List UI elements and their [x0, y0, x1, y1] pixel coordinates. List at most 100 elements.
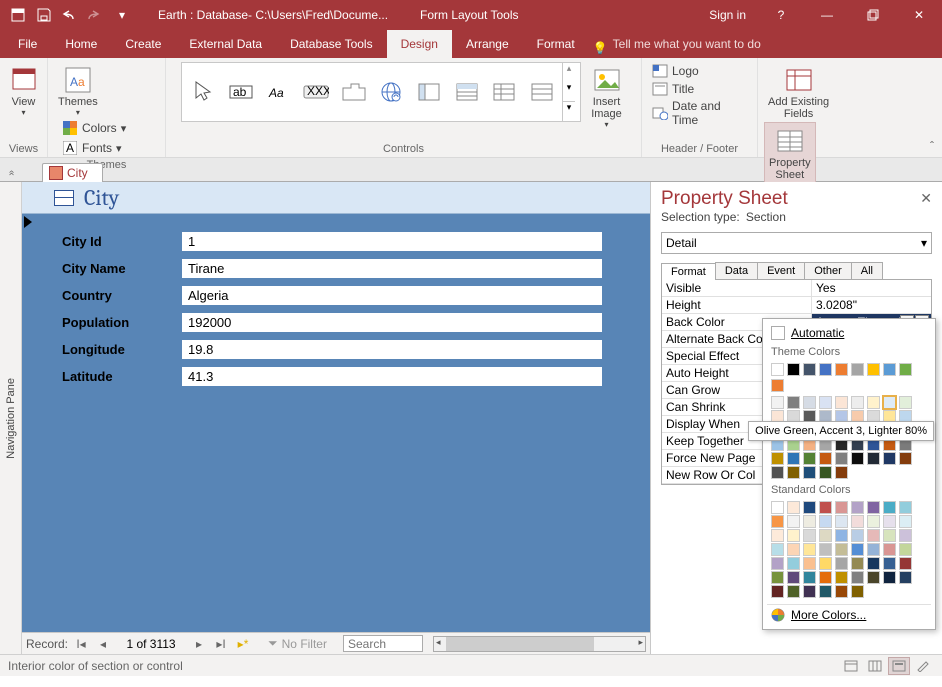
- save-icon[interactable]: [32, 3, 56, 27]
- nav-next-icon[interactable]: ▸: [190, 635, 208, 653]
- nav-last-icon[interactable]: ▸I: [212, 635, 230, 653]
- color-swatch[interactable]: [803, 396, 816, 409]
- color-swatch[interactable]: [899, 557, 912, 570]
- color-swatch[interactable]: [899, 571, 912, 584]
- color-swatch[interactable]: [787, 466, 800, 479]
- horizontal-scrollbar[interactable]: ◂ ▸: [433, 636, 646, 652]
- color-swatch[interactable]: [851, 452, 864, 465]
- prop-tab-other[interactable]: Other: [804, 262, 852, 279]
- color-swatch[interactable]: [787, 585, 800, 598]
- prop-tab-event[interactable]: Event: [757, 262, 805, 279]
- color-swatch[interactable]: [835, 571, 848, 584]
- layout-view-icon[interactable]: [888, 657, 910, 675]
- property-sheet-button[interactable]: Property Sheet: [764, 122, 816, 184]
- color-swatch[interactable]: [819, 571, 832, 584]
- color-swatch[interactable]: [867, 557, 880, 570]
- control-select-icon[interactable]: [186, 74, 222, 110]
- color-swatch[interactable]: [835, 585, 848, 598]
- color-swatch[interactable]: [899, 396, 912, 409]
- color-swatch[interactable]: [835, 515, 848, 528]
- color-swatch[interactable]: [787, 396, 800, 409]
- color-swatch[interactable]: [867, 396, 880, 409]
- color-swatch[interactable]: [899, 543, 912, 556]
- color-swatch[interactable]: [835, 529, 848, 542]
- color-swatch[interactable]: [803, 501, 816, 514]
- color-swatch[interactable]: [787, 452, 800, 465]
- color-swatch[interactable]: [803, 452, 816, 465]
- color-swatch[interactable]: [819, 515, 832, 528]
- color-swatch[interactable]: [883, 529, 896, 542]
- color-swatch[interactable]: [851, 529, 864, 542]
- control-tab-icon[interactable]: [336, 74, 372, 110]
- nav-prev-icon[interactable]: ◂: [94, 635, 112, 653]
- prop-tab-all[interactable]: All: [851, 262, 883, 279]
- color-swatch[interactable]: [771, 501, 784, 514]
- control-hyperlink-icon[interactable]: [374, 74, 410, 110]
- prop-tab-data[interactable]: Data: [715, 262, 758, 279]
- color-swatch[interactable]: [851, 501, 864, 514]
- color-swatch[interactable]: [803, 515, 816, 528]
- field-population[interactable]: 192000: [182, 313, 602, 332]
- color-swatch[interactable]: [835, 543, 848, 556]
- color-swatch[interactable]: [835, 363, 848, 376]
- logo-button[interactable]: Logo: [648, 62, 703, 80]
- minimize-icon[interactable]: —: [804, 0, 850, 30]
- color-swatch[interactable]: [771, 396, 784, 409]
- nav-new-icon[interactable]: ▸*: [234, 635, 252, 653]
- color-swatch[interactable]: [787, 515, 800, 528]
- record-selector-icon[interactable]: [24, 216, 32, 228]
- color-swatch[interactable]: [851, 543, 864, 556]
- control-combobox-icon[interactable]: [449, 74, 485, 110]
- undo-icon[interactable]: [58, 3, 82, 27]
- color-swatch[interactable]: [867, 452, 880, 465]
- field-city-id[interactable]: 1: [182, 232, 602, 251]
- color-swatch[interactable]: [899, 363, 912, 376]
- close-icon[interactable]: ✕: [896, 0, 942, 30]
- field-longitude[interactable]: 19.8: [182, 340, 602, 359]
- control-button-icon[interactable]: XXXX: [298, 74, 334, 110]
- color-swatch[interactable]: [835, 452, 848, 465]
- record-position[interactable]: [116, 636, 186, 652]
- color-swatch[interactable]: [787, 557, 800, 570]
- search-input[interactable]: [343, 635, 423, 652]
- control-navigation-icon[interactable]: [411, 74, 447, 110]
- color-swatch[interactable]: [803, 585, 816, 598]
- tab-database-tools[interactable]: Database Tools: [276, 30, 387, 58]
- control-label-icon[interactable]: Aa: [261, 74, 297, 110]
- color-swatch[interactable]: [883, 452, 896, 465]
- color-swatch[interactable]: [883, 543, 896, 556]
- color-swatch[interactable]: [899, 501, 912, 514]
- color-swatch[interactable]: [899, 515, 912, 528]
- insert-image-button[interactable]: Insert Image▾: [587, 62, 627, 131]
- field-latitude[interactable]: 41.3: [182, 367, 602, 386]
- color-swatch[interactable]: [851, 515, 864, 528]
- color-swatch[interactable]: [835, 501, 848, 514]
- color-swatch[interactable]: [867, 515, 880, 528]
- color-swatch[interactable]: [883, 501, 896, 514]
- color-swatch[interactable]: [883, 557, 896, 570]
- prop-visible-value[interactable]: Yes: [812, 280, 931, 296]
- form-detail-section[interactable]: City Id1 City NameTirane CountryAlgeria …: [22, 214, 650, 632]
- color-swatch[interactable]: [819, 466, 832, 479]
- tell-me-search[interactable]: Tell me what you want to do: [589, 30, 761, 58]
- form-view-icon[interactable]: [840, 657, 862, 675]
- color-swatch[interactable]: [835, 557, 848, 570]
- color-swatch[interactable]: [771, 515, 784, 528]
- color-swatch[interactable]: [771, 363, 784, 376]
- color-swatch[interactable]: [835, 466, 848, 479]
- sign-in-link[interactable]: Sign in: [697, 0, 758, 30]
- automatic-color[interactable]: Automatic: [767, 323, 931, 343]
- color-swatch[interactable]: [819, 529, 832, 542]
- color-swatch[interactable]: [803, 529, 816, 542]
- color-swatch[interactable]: [819, 363, 832, 376]
- color-swatch[interactable]: [771, 379, 784, 392]
- color-swatch[interactable]: [771, 571, 784, 584]
- tab-external-data[interactable]: External Data: [175, 30, 276, 58]
- color-swatch[interactable]: [851, 363, 864, 376]
- filter-icon[interactable]: ⏷: [268, 636, 278, 651]
- themes-button[interactable]: Aa Themes▾: [54, 62, 102, 119]
- control-textbox-icon[interactable]: ab: [223, 74, 259, 110]
- qat-access-icon[interactable]: [6, 3, 30, 27]
- nav-first-icon[interactable]: I◂: [72, 635, 90, 653]
- title-button[interactable]: Title: [648, 80, 698, 98]
